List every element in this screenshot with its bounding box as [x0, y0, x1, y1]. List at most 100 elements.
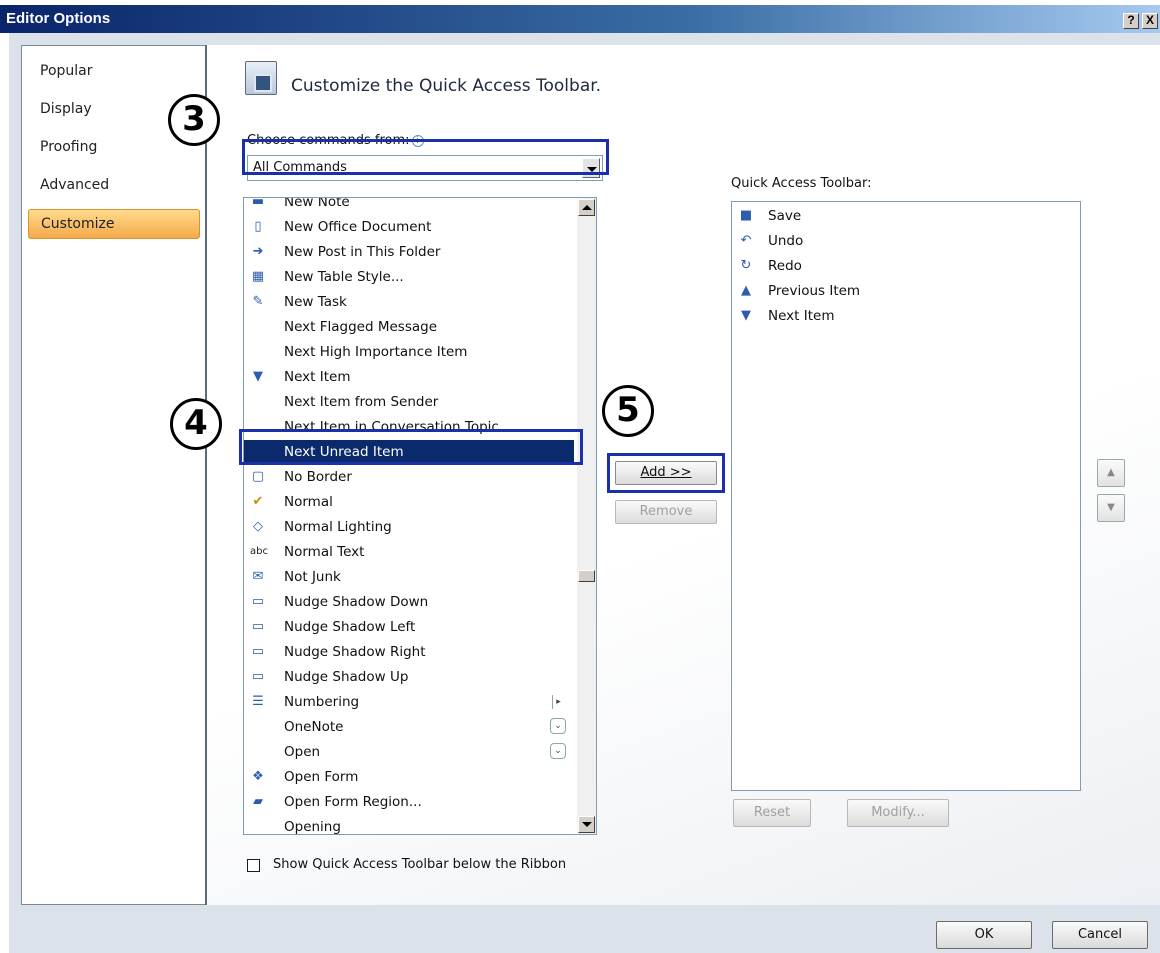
command-label: Next High Importance Item [284, 344, 468, 360]
modify-button[interactable]: Modify... [847, 799, 949, 827]
command-label: Next Item from Sender [284, 394, 439, 410]
qat-item[interactable]: ▲ Previous Item [732, 279, 1072, 304]
post-icon: ➜ [252, 244, 264, 259]
not-junk-icon: ✉ [252, 569, 264, 584]
command-row[interactable]: ➜ New Post in This Folder [244, 240, 574, 265]
move-down-button[interactable]: ▼ [1097, 494, 1125, 522]
dropdown-chevron-icon: ⌄ [550, 743, 566, 759]
command-label: Normal Lighting [284, 519, 392, 535]
commands-scrollbar[interactable] [577, 198, 596, 834]
redo-icon: ↻ [740, 258, 752, 273]
customize-panel: Customize the Quick Access Toolbar. Choo… [205, 45, 1160, 905]
command-label: Open Form [284, 769, 359, 785]
command-label: Next Flagged Message [284, 319, 438, 335]
command-row[interactable]: Open ⌄ [244, 740, 574, 765]
quick-access-toolbar-list[interactable]: ■ Save ↶ Undo ↻ Redo ▲ Previous Item ▼ Next Item [731, 201, 1081, 791]
command-row[interactable]: ▭ Nudge Shadow Up [244, 665, 574, 690]
window-title: Editor Options [6, 10, 111, 27]
command-label: Nudge Shadow Right [284, 644, 426, 660]
close-button[interactable]: X [1142, 13, 1158, 29]
command-row[interactable]: ▭ Nudge Shadow Right [244, 640, 574, 665]
move-up-button[interactable]: ▲ [1097, 459, 1125, 487]
folder-icon: ▰ [253, 794, 263, 809]
qat-item[interactable]: ■ Save [732, 204, 1072, 229]
command-label: New Table Style... [284, 269, 404, 285]
command-label: Normal Text [284, 544, 365, 560]
command-row[interactable]: ✔ Normal [244, 490, 574, 515]
title-bar: Editor Options ? X [0, 5, 1160, 33]
command-row[interactable]: ❖ Open Form [244, 765, 574, 790]
command-row[interactable]: Next Flagged Message [244, 315, 574, 340]
command-label: New Post in This Folder [284, 244, 441, 260]
command-row[interactable]: ☰ Numbering ▸ [244, 690, 574, 715]
dropdown-chevron-icon: ⌄ [550, 718, 566, 734]
command-label: Nudge Shadow Left [284, 619, 416, 635]
nav-item-customize[interactable]: Customize [28, 209, 200, 239]
document-icon: ▯ [254, 219, 262, 234]
command-row[interactable]: ✎ New Task [244, 290, 574, 315]
scroll-up-icon[interactable] [578, 199, 595, 216]
task-icon: ✎ [252, 294, 264, 309]
nudge-down-icon: ▭ [251, 594, 265, 609]
down-arrow-icon: ▼ [741, 308, 751, 323]
nav-item-display[interactable]: Display [40, 101, 92, 117]
command-row[interactable]: ✉ Not Junk [244, 565, 574, 590]
undo-icon: ↶ [740, 233, 752, 248]
abc-icon: abc [250, 546, 268, 557]
qat-item-label: Redo [768, 258, 802, 274]
note-icon: ▬ [251, 197, 265, 209]
command-label: New Office Document [284, 219, 432, 235]
qat-item-label: Undo [768, 233, 804, 249]
callout-box-3 [242, 139, 609, 175]
numbering-icon: ☰ [252, 694, 264, 709]
command-row[interactable]: ▢ No Border [244, 465, 574, 490]
scroll-thumb[interactable] [578, 570, 595, 582]
command-row[interactable]: ▭ Nudge Shadow Left [244, 615, 574, 640]
command-label: New Note [284, 197, 350, 210]
help-button[interactable]: ? [1123, 13, 1139, 29]
command-row[interactable]: Opening [244, 815, 574, 835]
quick-access-toolbar-icon [245, 61, 277, 95]
qat-item[interactable]: ↻ Redo [732, 254, 1072, 279]
cancel-button[interactable]: Cancel [1052, 921, 1148, 949]
command-row[interactable]: ▭ Nudge Shadow Down [244, 590, 574, 615]
table-style-icon: ▦ [251, 269, 265, 284]
down-arrow-icon: ▼ [253, 369, 263, 384]
commands-list[interactable]: ▬ New Note ▯ New Office Document ➜ New Post i… [243, 197, 597, 835]
remove-button[interactable]: Remove [615, 500, 717, 524]
show-below-ribbon-label: Show Quick Access Toolbar below the Ribb… [273, 857, 567, 872]
qat-item[interactable]: ↶ Undo [732, 229, 1072, 254]
command-row[interactable]: ▼ Next Item [244, 365, 574, 390]
command-row[interactable]: Next High Importance Item [244, 340, 574, 365]
command-label: OneNote [284, 719, 344, 735]
command-row[interactable]: ▰ Open Form Region... [244, 790, 574, 815]
reset-button[interactable]: Reset [733, 799, 811, 827]
checkmark-icon: ✔ [252, 494, 264, 509]
show-below-ribbon-checkbox[interactable] [247, 859, 260, 872]
scroll-down-icon[interactable] [578, 816, 595, 833]
nav-item-proofing[interactable]: Proofing [40, 139, 97, 155]
command-label: Nudge Shadow Up [284, 669, 409, 685]
nav-item-advanced[interactable]: Advanced [40, 177, 109, 193]
command-row[interactable]: ▦ New Table Style... [244, 265, 574, 290]
options-nav: Popular Display Proofing Advanced Custom… [21, 45, 206, 905]
qat-item-label: Previous Item [768, 283, 861, 299]
ok-button[interactable]: OK [936, 921, 1032, 949]
nudge-up-icon: ▭ [251, 669, 265, 684]
nav-item-popular[interactable]: Popular [40, 63, 93, 79]
command-row[interactable]: Next Item from Sender [244, 390, 574, 415]
qat-item[interactable]: ▼ Next Item [732, 304, 1072, 329]
step-4-callout: 4 [170, 398, 222, 450]
command-row[interactable]: OneNote ⌄ [244, 715, 574, 740]
command-row[interactable]: ▯ New Office Document [244, 215, 574, 240]
qat-item-label: Save [768, 208, 802, 224]
save-icon: ■ [739, 208, 753, 223]
command-label: No Border [284, 469, 352, 485]
command-row[interactable]: ▬ New Note [244, 197, 574, 215]
command-row[interactable]: ◇ Normal Lighting [244, 515, 574, 540]
step-3-callout: 3 [168, 94, 220, 146]
command-label: Opening [284, 819, 341, 835]
command-label: Normal [284, 494, 333, 510]
command-label: Next Item [284, 369, 351, 385]
command-row[interactable]: abc Normal Text [244, 540, 574, 565]
